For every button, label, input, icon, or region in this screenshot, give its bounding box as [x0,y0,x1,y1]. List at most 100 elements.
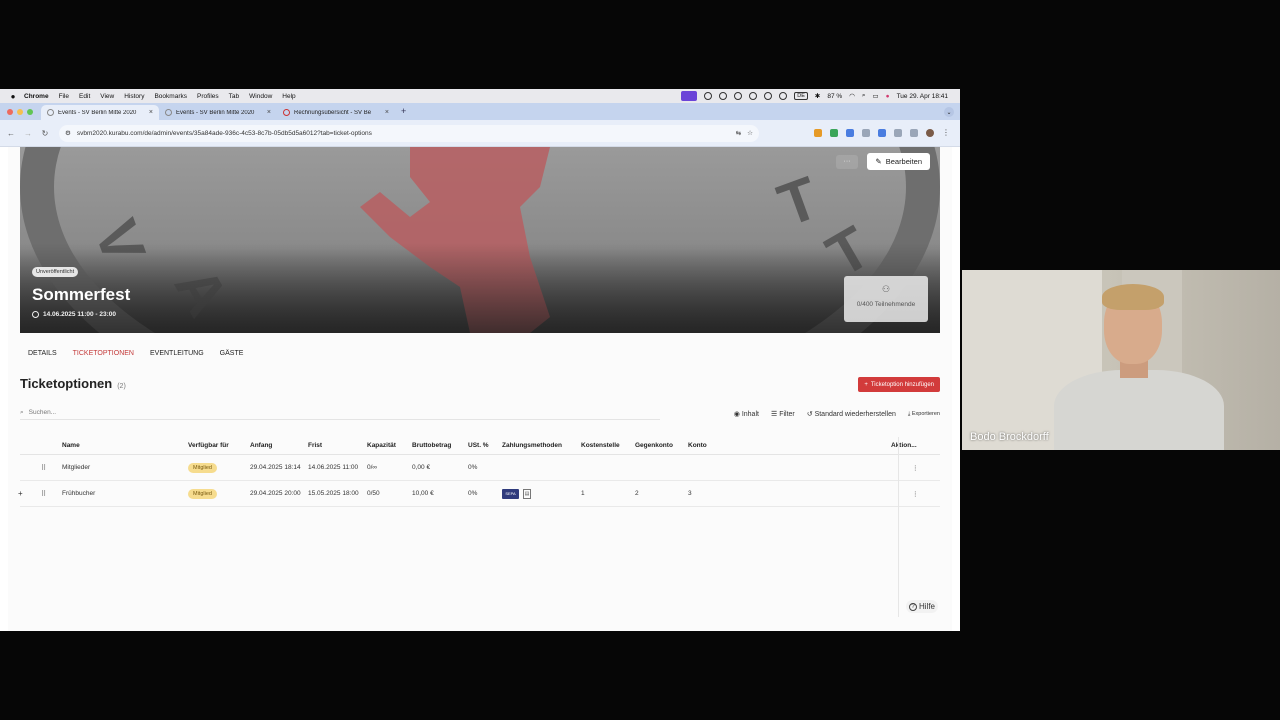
invoice-payment-icon: ▤ [523,488,531,499]
menu-help[interactable]: Help [282,93,295,100]
apple-icon[interactable]: ● [8,91,18,101]
menu-tab[interactable]: Tab [229,93,239,100]
row-capacity: 0/∞ [367,464,378,471]
extension-icon[interactable] [878,129,886,137]
translate-icon[interactable]: ⇆ [736,129,741,137]
menubar-clock[interactable]: Tue 29. Apr 18:41 [897,93,948,100]
site-info-icon[interactable]: ⚙ [65,129,71,137]
settings-icon[interactable] [704,92,713,100]
row-available: Mitglied [188,481,217,506]
new-tab-icon[interactable]: + [401,106,406,116]
close-tab-icon[interactable]: × [149,109,153,116]
more-options-button[interactable]: ··· [836,155,858,169]
row-actions-icon[interactable]: ⋮ [912,455,919,480]
input-source-indicator[interactable]: DE [794,92,808,100]
col-cost-center[interactable]: Kostenstelle [581,437,620,454]
edit-event-button[interactable]: ✎ Bearbeiten [867,153,930,170]
menu-edit[interactable]: Edit [79,93,90,100]
menu-file[interactable]: File [59,93,69,100]
menu-profiles[interactable]: Profiles [197,93,219,100]
col-deadline[interactable]: Frist [308,437,322,454]
extension-icon[interactable] [814,129,822,137]
col-payment-methods[interactable]: Zahlungsmethoden [502,437,562,454]
extension-icon[interactable] [719,92,728,100]
content-button[interactable]: ◉ Inhalt [734,410,759,418]
control-center-icon[interactable]: ▭ [872,92,878,100]
help-button[interactable]: ? Hilfe [905,600,938,613]
reload-icon[interactable]: ↻ [39,129,51,138]
tab-details[interactable]: DETAILS [28,350,57,360]
battery-indicator[interactable]: 87 % [827,93,842,100]
zoom-window-icon[interactable] [27,109,33,115]
back-icon[interactable]: ← [5,129,17,138]
profile-avatar[interactable] [926,129,934,137]
menu-chrome[interactable]: Chrome [24,93,49,100]
puzzle-icon[interactable] [894,129,902,137]
export-button[interactable]: ⤓ Exportieren [908,411,940,418]
menu-bookmarks[interactable]: Bookmarks [154,93,187,100]
section-title-text: Ticketoptionen [20,376,113,391]
col-actions[interactable]: Aktion... [891,437,917,454]
table-row[interactable]: ⠿ Mitglieder Mitglied 29.04.2025 18:14 1… [20,455,940,481]
tab-ticket-options[interactable]: TICKETOPTIONEN [73,350,134,360]
drag-handle-icon[interactable]: ⠿ [41,455,46,480]
attendee-counter[interactable]: ⚇ 0/400 Teilnehmende [844,276,928,322]
extension-icon[interactable] [862,129,870,137]
stage: ● Chrome File Edit View History Bookmark… [0,0,1280,720]
bookmark-star-icon[interactable]: ☆ [747,129,753,137]
extensions-area: ⋮ [814,129,960,137]
drag-handle-icon[interactable]: ⠿ [41,481,46,506]
screen-share-icon[interactable] [681,91,698,101]
row-start: 29.04.2025 18:14 [250,464,301,471]
event-date-text: 14.06.2025 11:00 - 23:00 [43,311,117,318]
browser-tab-invoices[interactable]: Rechnungsübersicht - SV Be × [277,105,395,120]
menu-view[interactable]: View [100,93,114,100]
row-actions-icon[interactable]: ⋮ [912,481,919,506]
target-icon[interactable] [764,92,773,100]
tab-event-lead[interactable]: EVENTLEITUNG [150,350,204,360]
browser-tab-events-2[interactable]: Events - SV Berlin Mitte 2020 × [159,105,277,120]
forward-icon[interactable]: → [22,129,34,138]
notion-icon[interactable] [749,92,758,100]
close-tab-icon[interactable]: × [385,109,389,116]
add-ticket-option-button[interactable]: + Ticketoption hinzufügen [858,377,940,392]
col-capacity[interactable]: Kapazität [367,437,396,454]
browser-tab-events-1[interactable]: Events - SV Berlin Mitte 2020 × [41,105,159,120]
hero-shade [20,243,940,333]
menu-history[interactable]: History [124,93,144,100]
extension-icon[interactable] [846,129,854,137]
col-vat[interactable]: USt. % [468,437,489,454]
col-gross[interactable]: Bruttobetrag [412,437,451,454]
tab-search-icon[interactable]: ⌄ [944,107,954,117]
table-row[interactable]: + ⠿ Frühbucher Mitglied 29.04.2025 20:00… [18,481,940,507]
kebab-menu-icon[interactable]: ⋮ [942,129,950,137]
address-bar[interactable]: ⚙ svbm2020.kurabu.com/de/admin/events/35… [59,124,759,142]
add-ticket-option-label: Ticketoption hinzufügen [870,381,934,388]
close-tab-icon[interactable]: × [267,109,271,116]
col-account[interactable]: Konto [688,437,707,454]
siri-icon[interactable]: ● [886,93,890,100]
url-text[interactable]: svbm2020.kurabu.com/de/admin/events/35a8… [77,130,372,137]
minimize-window-icon[interactable] [17,109,23,115]
filter-button[interactable]: ☰ Filter [771,410,795,418]
col-name[interactable]: Name [62,437,80,454]
reset-button[interactable]: ↺ Standard wiederherstellen [807,410,896,418]
col-start[interactable]: Anfang [250,437,272,454]
tab-guests[interactable]: GÄSTE [220,350,244,360]
col-counter-account[interactable]: Gegenkonto [635,437,673,454]
search-input[interactable]: ⌕ Suchen... [20,409,660,420]
moon-icon[interactable] [779,92,788,100]
participant-name: Bodo Brockdorff [970,431,1049,443]
bluetooth-icon[interactable]: ✱ [815,92,820,100]
menu-window[interactable]: Window [249,93,272,100]
menubar-tray: DE ✱ 87 % ◠ ⌕ ▭ ● Tue 29. Apr 18:41 [681,91,960,101]
row-deadline: 14.06.2025 11:00 [308,464,359,471]
search-icon[interactable]: ⌕ [862,92,866,100]
record-icon[interactable] [734,92,743,100]
expand-row-icon[interactable]: + [18,481,23,506]
close-window-icon[interactable] [7,109,13,115]
col-available[interactable]: Verfügbar für [188,437,229,454]
wifi-icon[interactable]: ◠ [849,92,855,100]
extension-icon[interactable] [830,129,838,137]
sidepanel-icon[interactable] [910,129,918,137]
